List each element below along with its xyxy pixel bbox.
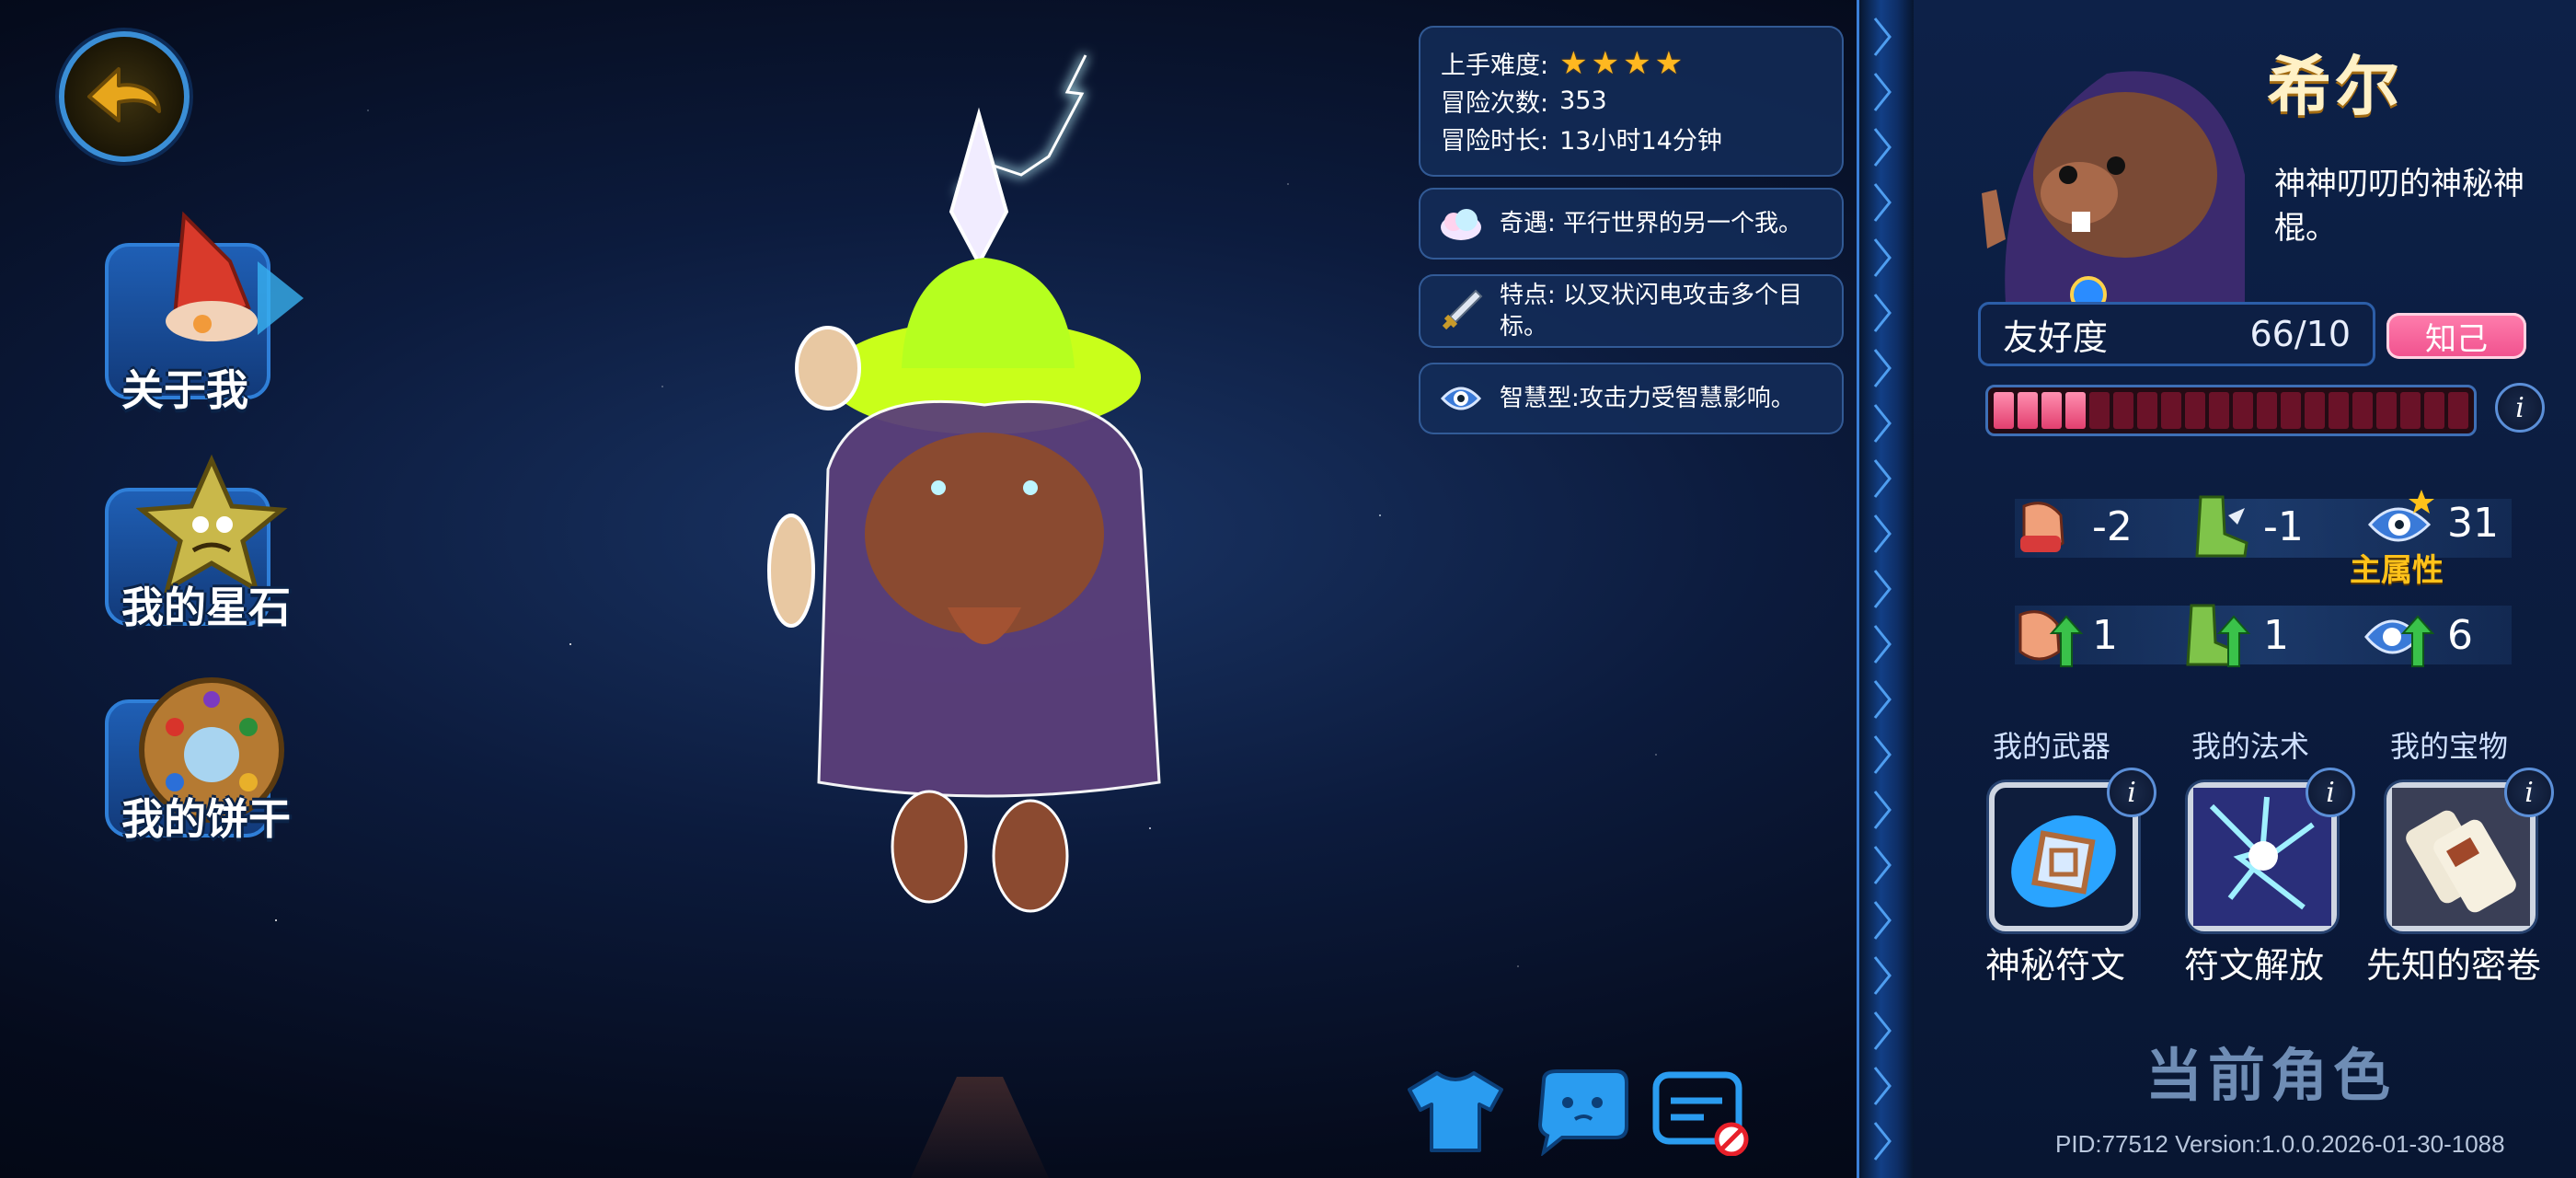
boot-icon [2195,495,2248,558]
cloud-icon [1441,209,1481,240]
nav-label-my-cookies: 我的饼干 [121,794,291,844]
friendship-segment [2400,392,2421,429]
treasure-category-label: 我的宝物 [2390,729,2509,764]
trait-text: 奇遇: 平行世界的另一个我。 [1500,210,1803,237]
character-model [767,53,1161,913]
friendship-segment [1994,392,2014,429]
difficulty-stars: ★ ★ ★ ★ [1559,48,1683,79]
message-toggle-button[interactable] [1649,1068,1752,1157]
friendship-value: 66/10 [2249,314,2351,354]
nav-label-about-me: 关于我 [121,365,248,415]
treasure-info-button[interactable]: i [2504,768,2554,817]
eye-up-icon [2364,615,2435,667]
attr-value: -2 [2092,502,2133,550]
shirt-icon [1408,1071,1503,1152]
main-attribute-label: 主属性 [2350,552,2444,589]
friendship-segment [2305,392,2325,429]
friendship-segment [2018,392,2038,429]
attr-wisdom-growth: 6 [2361,596,2473,674]
duration-label: 冒险时长: [1441,127,1549,156]
stats-panel: 上手难度: ★ ★ ★ ★ 冒险次数: 353 冒险时长: 13小时14分钟 [1419,26,1844,177]
friendship-segment [2257,392,2277,429]
attr-value: 1 [2263,611,2289,659]
weapon-category-label: 我的武器 [1993,729,2111,764]
weapon-info-button[interactable]: i [2107,768,2156,817]
friendship-segment [2209,392,2229,429]
friendship-label: 友好度 [2003,317,2109,358]
character-name: 希尔 [2267,49,2403,124]
difficulty-label: 上手难度: [1441,52,1549,80]
friendship-level-badge: 知己 [2386,313,2526,359]
outfit-button[interactable] [1404,1068,1507,1156]
difficulty-star-icon: ★ [1654,44,1684,82]
trait-type: 智慧型:攻击力受智慧影响。 [1419,363,1844,434]
nav-item-about-me[interactable]: 关于我 [101,206,340,418]
boot-up-icon [2186,604,2251,667]
friendship-segment [2113,392,2133,429]
friendship-segment [2161,392,2181,429]
friendship-segment [2089,392,2110,429]
fist-up-icon [2018,610,2083,667]
nav-item-my-cookies[interactable]: 我的饼干 [101,663,340,874]
attr-agility: -1 [2177,488,2304,565]
friendship-segment [2376,392,2397,429]
friendship-segment [2448,392,2468,429]
back-button[interactable] [59,31,190,162]
difficulty-star-icon: ★ [1623,44,1651,82]
spell-name: 符文解放 [2184,945,2325,986]
gnome-hat-icon [166,211,304,341]
friendship-segment [2041,392,2062,429]
attr-strength-growth: 1 [2006,596,2118,674]
sword-icon [1442,289,1483,330]
eye-icon [1440,387,1482,410]
friendship-segment [2233,392,2253,429]
attr-value: -1 [2263,502,2304,550]
difficulty-star-icon: ★ [1559,44,1588,82]
friendship-segment [2281,392,2301,429]
difficulty-row: 上手难度: ★ ★ ★ ★ [1441,44,1822,82]
attr-strength: -2 [2006,488,2133,565]
build-info: PID:77512 Version:1.0.0.2026-01-30-1088 [2055,1130,2505,1158]
current-role-label: 当前角色 [2145,1042,2397,1109]
friendship-segment [2065,392,2086,429]
chat-bubble-icon [1537,1069,1628,1158]
treasure-name: 先知的密卷 [2366,945,2542,986]
spell-info-button[interactable]: i [2306,768,2355,817]
attr-value: 1 [2092,611,2118,659]
friendship-info-button[interactable]: i [2495,383,2545,433]
adventures-label: 冒险次数: [1441,89,1549,118]
friendship-segment [2185,392,2205,429]
friendship-segment [2352,392,2373,429]
back-arrow-icon [87,67,161,122]
attr-agility-growth: 1 [2177,596,2289,674]
attr-value: 6 [2447,611,2473,659]
fist-icon [2020,502,2064,552]
attr-value: 31 [2447,499,2499,547]
nav-item-my-starstones[interactable]: 我的星石 [101,451,340,663]
trait-text: 智慧型:攻击力受智慧影响。 [1500,385,1795,412]
spell-category-label: 我的法术 [2191,729,2310,764]
character-portrait [1982,71,2245,304]
friendship-progress-bar [1985,385,2477,436]
friendship-segment [2137,392,2157,429]
adventures-value: 353 [1559,87,1607,115]
panel-border-pattern [1873,17,1892,1161]
nav-label-my-starstones: 我的星石 [121,583,291,632]
message-disabled-icon [1652,1071,1749,1157]
character-description: 神神叨叨的神秘神棍。 [2274,166,2524,247]
friendship-segment [2329,392,2349,429]
trait-encounter: 奇遇: 平行世界的另一个我。 [1419,188,1844,260]
difficulty-star-icon: ★ [1591,44,1620,82]
weapon-name: 神秘符文 [1985,945,2126,986]
duration-row: 冒险时长: 13小时14分钟 [1441,120,1822,157]
trait-feature: 特点: 以叉状闪电攻击多个目标。 [1419,274,1844,348]
adventures-row: 冒险次数: 353 [1441,82,1822,120]
friendship-segment [2424,392,2444,429]
trait-text: 特点: 以叉状闪电攻击多个目标。 [1500,282,1803,341]
friendship-box: 友好度 66/10 [1978,302,2375,366]
chat-button[interactable] [1531,1068,1634,1158]
duration-value: 13小时14分钟 [1559,127,1722,156]
character-reflection [911,1077,1049,1178]
